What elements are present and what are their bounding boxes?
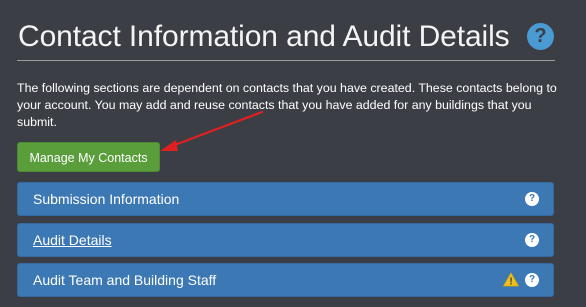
contact-audit-page: Contact Information and Audit Details ? … bbox=[0, 0, 586, 307]
panel-audit-team-building-staff[interactable]: Audit Team and Building Staff ! ? bbox=[17, 263, 554, 297]
question-circle-icon[interactable]: ? bbox=[525, 192, 539, 206]
panel-label: Audit Team and Building Staff bbox=[33, 272, 217, 288]
panel-label: Submission Information bbox=[33, 191, 180, 207]
help-icon[interactable]: ? bbox=[527, 23, 554, 50]
warning-glyph: ! bbox=[509, 277, 512, 288]
page-title: Contact Information and Audit Details bbox=[18, 20, 510, 53]
panel-submission-information[interactable]: Submission Information ? bbox=[17, 182, 554, 216]
section-header: Contact Information and Audit Details ? bbox=[17, 12, 555, 60]
warning-triangle-icon: ! bbox=[503, 272, 519, 287]
header-divider bbox=[17, 60, 555, 61]
question-circle-icon[interactable]: ? bbox=[525, 273, 539, 287]
intro-text: The following sections are dependent on … bbox=[17, 81, 557, 129]
panel-audit-details[interactable]: Audit Details ? bbox=[17, 223, 554, 257]
question-circle-icon[interactable]: ? bbox=[525, 233, 539, 247]
manage-contacts-button[interactable]: Manage My Contacts bbox=[17, 142, 160, 172]
panel-label-link[interactable]: Audit Details bbox=[33, 224, 112, 256]
